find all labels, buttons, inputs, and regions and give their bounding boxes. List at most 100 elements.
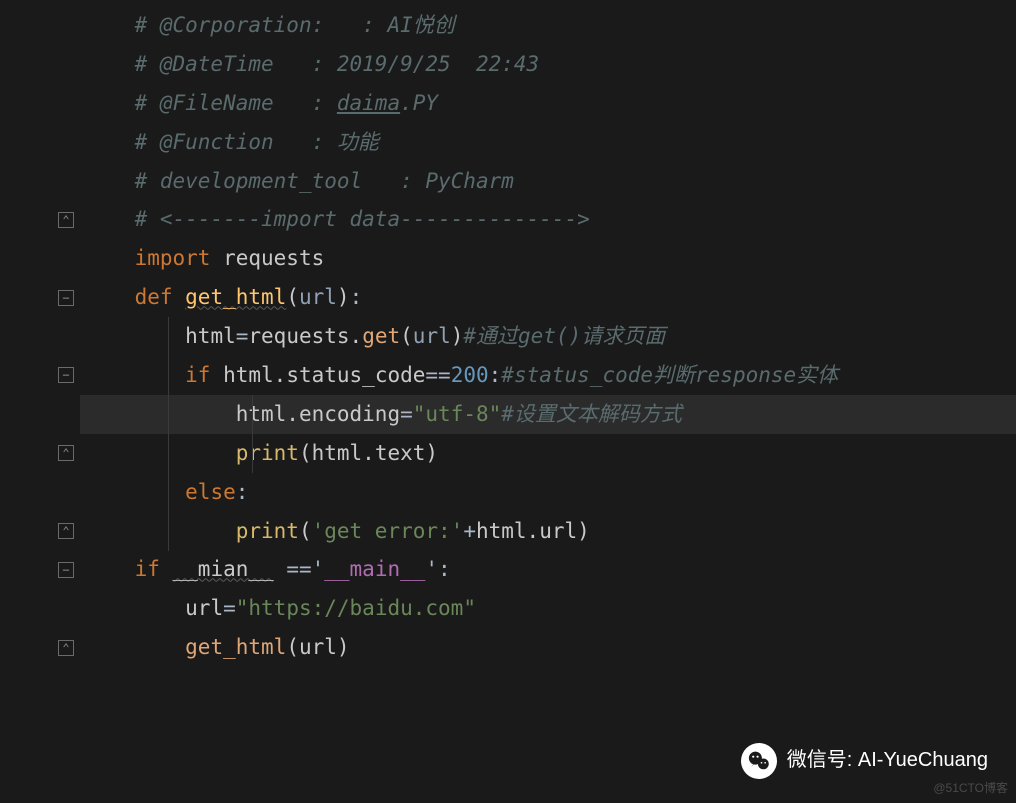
code-line[interactable]: get_html(url) (80, 628, 1016, 667)
code-token: ) (425, 434, 438, 473)
code-token: if (185, 356, 223, 395)
code-token: : (350, 278, 363, 317)
gutter-row (0, 123, 74, 162)
fold-collapse-icon[interactable]: − (58, 562, 74, 578)
code-token: . (362, 434, 375, 473)
code-token: if (135, 550, 173, 589)
code-token: html (312, 434, 363, 473)
code-token: # @DateTime : 2019/9/25 22:43 (135, 45, 540, 84)
code-token: print (236, 512, 299, 551)
code-token: ==' (274, 550, 325, 589)
code-token: : (489, 356, 502, 395)
code-token: . (527, 512, 540, 551)
code-token: status_code (286, 356, 425, 395)
code-line[interactable]: if __mian__ =='__main__': (80, 550, 1016, 589)
gutter-row: ⌃ (0, 512, 74, 551)
code-token: "https://baidu.com" (236, 589, 476, 628)
gutter-row (0, 162, 74, 201)
code-token: daima (337, 84, 400, 123)
code-line[interactable]: # development_tool : PyCharm (80, 162, 1016, 201)
code-token: ( (286, 628, 299, 667)
gutter-row (0, 473, 74, 512)
code-token: ( (286, 278, 299, 317)
wechat-label: 微信号: AI-YueChuang (787, 742, 988, 779)
code-token: # development_tool : PyCharm (135, 162, 514, 201)
code-token: html (185, 317, 236, 356)
gutter: ⌃ − − ⌃ ⌃ − ⌃ (0, 0, 80, 803)
code-token: url (299, 278, 337, 317)
code-token: ) (577, 512, 590, 551)
code-token: get_html (185, 628, 286, 667)
code-token: + (463, 512, 476, 551)
code-token: : (236, 473, 249, 512)
code-token: # @Function : 功能 (135, 123, 379, 162)
code-token: . (350, 317, 363, 356)
code-token: #通过get()请求页面 (463, 317, 665, 356)
code-token: def (135, 278, 186, 317)
code-line[interactable]: else: (80, 473, 1016, 512)
code-token: == (425, 356, 450, 395)
code-line[interactable]: print('get error:'+html.url) (80, 512, 1016, 551)
code-area[interactable]: # @Corporation: : AI悦创 # @DateTime : 201… (80, 0, 1016, 803)
gutter-row: ⌃ (0, 200, 74, 239)
indent-guide (168, 317, 169, 550)
code-line[interactable]: def get_html(url): (80, 278, 1016, 317)
gutter-row: ⌃ (0, 628, 74, 667)
gutter-row (0, 6, 74, 45)
code-token: __mian__ (173, 550, 274, 589)
code-token: "utf-8" (413, 395, 502, 434)
gutter-row: − (0, 278, 74, 317)
code-token: #设置文本解码方式 (501, 395, 682, 434)
gutter-row (0, 317, 74, 356)
code-line[interactable]: html=requests.get(url)#通过get()请求页面 (80, 317, 1016, 356)
gutter-row (0, 395, 74, 434)
gutter-row: ⌃ (0, 434, 74, 473)
code-line[interactable]: url="https://baidu.com" (80, 589, 1016, 628)
code-token: print (236, 434, 299, 473)
code-line[interactable]: # @DateTime : 2019/9/25 22:43 (80, 45, 1016, 84)
code-token: ( (299, 434, 312, 473)
gutter-row (0, 239, 74, 278)
fold-end-icon[interactable]: ⌃ (58, 640, 74, 656)
code-line[interactable]: print(html.text) (80, 434, 1016, 473)
code-line[interactable]: import requests (80, 239, 1016, 278)
gutter-row: − (0, 550, 74, 589)
code-token: ) (337, 628, 350, 667)
code-editor[interactable]: ⌃ − − ⌃ ⌃ − ⌃ # @Corporation: : AI悦创 # @DateTi… (0, 0, 1016, 803)
code-token: #status_code判断response实体 (501, 356, 838, 395)
code-token: ) (451, 317, 464, 356)
code-token: = (400, 395, 413, 434)
indent-guide (252, 395, 253, 473)
code-token: = (223, 589, 236, 628)
code-token: html (223, 356, 274, 395)
code-token: url (413, 317, 451, 356)
fold-end-icon[interactable]: ⌃ (58, 523, 74, 539)
site-watermark: @51CTO博客 (933, 777, 1008, 799)
code-token: __main__ (324, 550, 425, 589)
code-token: # @Corporation: : AI悦创 (135, 6, 455, 45)
code-token: encoding (299, 395, 400, 434)
code-token: = (236, 317, 249, 356)
code-line[interactable]: # @FileName : daima.PY (80, 84, 1016, 123)
code-token: ( (400, 317, 413, 356)
code-token: 'get error:' (312, 512, 464, 551)
fold-collapse-icon[interactable]: − (58, 290, 74, 306)
gutter-row (0, 45, 74, 84)
code-line[interactable]: # @Corporation: : AI悦创 (80, 6, 1016, 45)
code-token: get_html (185, 278, 286, 317)
code-token: requests (223, 239, 324, 278)
code-token: 200 (451, 356, 489, 395)
code-line[interactable]: # <-------import data--------------> (80, 200, 1016, 239)
code-token: ( (299, 512, 312, 551)
code-line[interactable]: if html.status_code==200:#status_code判断r… (80, 356, 1016, 395)
code-line[interactable]: html.encoding="utf-8"#设置文本解码方式 (80, 395, 1016, 434)
fold-collapse-icon[interactable]: − (58, 367, 74, 383)
code-token: import (135, 239, 224, 278)
code-token: . (286, 395, 299, 434)
fold-end-icon[interactable]: ⌃ (58, 212, 74, 228)
fold-end-icon[interactable]: ⌃ (58, 445, 74, 461)
code-line[interactable]: # @Function : 功能 (80, 123, 1016, 162)
code-token: ) (337, 278, 350, 317)
code-token: url (185, 589, 223, 628)
code-token: ': (425, 550, 450, 589)
